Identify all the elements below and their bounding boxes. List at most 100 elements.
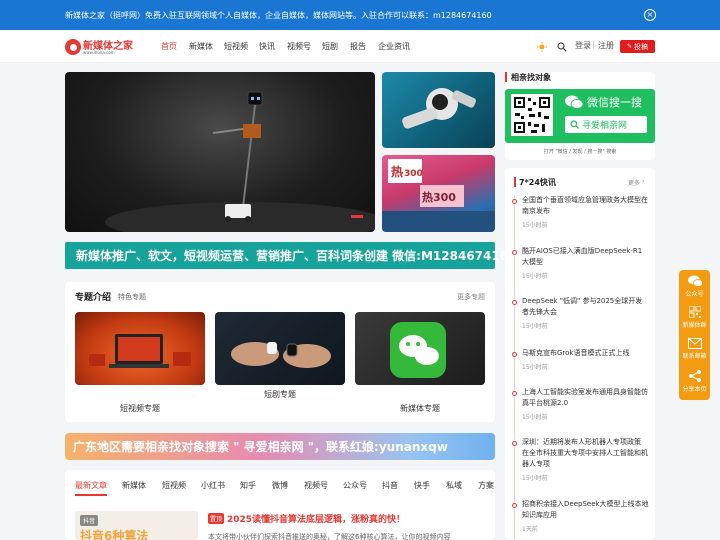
search-box[interactable]: 寻爱相亲网 (565, 116, 647, 133)
flash-item-title[interactable]: 全国首个垂直领域应急管理政务大模型在南京发布 (522, 195, 649, 217)
topic-caption-new-media[interactable]: 新媒体专题 (355, 403, 485, 414)
flash-item-time: 15小时前 (522, 414, 548, 421)
register-link[interactable]: 注册 (598, 40, 614, 54)
topics-subtitle: 特色专题 (118, 293, 146, 301)
flash-item[interactable]: 酷开AIOS已接入满血版DeepSeek-R1大模型 15小时前 (512, 246, 649, 280)
float-item-label: 分享本页 (682, 386, 707, 393)
flash-item[interactable]: 全国首个垂直领域应急管理政务大模型在南京发布 15小时前 (512, 195, 649, 229)
login-link[interactable]: 登录 (575, 40, 591, 54)
svg-text:300: 300 (404, 169, 423, 179)
float-item-label: 新媒体群 (682, 322, 707, 329)
float-item-official-account[interactable]: 公众号 (679, 275, 710, 298)
article-thumb-text: 抖音6种算法 (80, 529, 149, 540)
qrcode-icon (688, 306, 701, 318)
topic-image-short-drama[interactable] (215, 312, 345, 385)
close-icon[interactable]: × (644, 9, 656, 21)
topic-image-new-media[interactable] (355, 312, 485, 385)
floating-toolbar: 公众号 新媒体群 联系邮箱 分享本页 (679, 270, 710, 400)
section-marker (514, 177, 516, 187)
tab-weibo[interactable]: 微博 (272, 480, 288, 491)
qrcode-image (511, 94, 553, 136)
promo-banner[interactable]: 新媒体推广、软文，短视频运营、营销推广、百科词条创建 微信:M128467416… (65, 242, 516, 269)
flash-item[interactable]: 上海人工智能实验室发布通用具身智能仿真平台桃源2.0 15小时前 (512, 387, 649, 421)
tab-private-domain[interactable]: 私域 (446, 480, 462, 491)
hero-main-image[interactable] (65, 72, 375, 232)
topic-caption-short-video[interactable]: 短视频专题 (75, 403, 205, 414)
sun-icon[interactable] (537, 42, 547, 52)
flash-item-time: 15小时前 (522, 222, 548, 229)
tab-short-video[interactable]: 短视频 (162, 480, 186, 491)
tab-new-media[interactable]: 新媒体 (122, 480, 146, 491)
svg-text:热: 热 (391, 164, 403, 179)
timeline-dot (512, 441, 517, 446)
float-item-share[interactable]: 分享本页 (679, 370, 710, 393)
flash-item-title[interactable]: 上海人工智能实验室发布通用具身智能仿真平台桃源2.0 (522, 387, 649, 409)
topics-title: 专题介绍 (75, 293, 112, 303)
logo-icon (65, 39, 81, 55)
nav-item-company-news[interactable]: 企业资讯 (378, 41, 410, 52)
sidebar-ad-title: 相亲找对象 (511, 73, 551, 82)
flash-item[interactable]: 深圳：近期将发布人形机器人专项政策 在全市科技重大专项中安排人工智能和机器人专项… (512, 437, 649, 482)
tab-douyin[interactable]: 抖音 (382, 480, 398, 491)
tab-solutions[interactable]: 方案 (478, 480, 495, 491)
nav-item-short-drama[interactable]: 短剧 (322, 41, 338, 52)
timeline-dot (512, 503, 517, 508)
article-excerpt: 本文将带小伙伴们探索抖音推送的奥秘，了解这6种核心算法，让你的视频内容 (208, 533, 451, 540)
article-thumb[interactable]: 抖音 抖音6种算法 (75, 511, 198, 540)
flash-item-title[interactable]: 深圳：近期将发布人形机器人专项政策 在全市科技重大专项中安排人工智能和机器人专项 (522, 437, 649, 470)
post-button[interactable]: ✎ 投稿 (620, 40, 655, 53)
crowd-300-image: 热 300 热300 (382, 159, 495, 232)
site-logo[interactable]: 新媒体之家 www.ihuha.com (65, 37, 165, 59)
dating-banner[interactable]: 广东地区需要相亲找对象搜索 " 寻爱相亲网 "，联系红娘:yunanxqw (65, 433, 495, 460)
flash-item-title[interactable]: 招商积余接入DeepSeek大模型上线本地知识库应用 (522, 499, 649, 521)
float-item-email[interactable]: 联系邮箱 (679, 338, 710, 360)
topic-caption-short-drama[interactable]: 短剧专题 (215, 389, 345, 400)
flash-item-title[interactable]: 马斯克宣布Grok语音模式正式上线 (522, 348, 649, 359)
flash-item[interactable]: DeepSeek "低调" 参与2025全球开发者先锋大会 15小时前 (512, 296, 649, 330)
topics-more-link[interactable]: 更多专题 (457, 292, 485, 302)
float-item-group[interactable]: 新媒体群 (679, 306, 710, 329)
tab-xiaohongshu[interactable]: 小红书 (201, 480, 225, 491)
flash-item-time: 15小时前 (522, 364, 548, 371)
tab-kuaishou[interactable]: 快手 (414, 480, 430, 491)
nav-item-home[interactable]: 首页 (161, 41, 177, 52)
flash-item-title[interactable]: 酷开AIOS已接入满血版DeepSeek-R1大模型 (522, 246, 649, 268)
hero-side-image-2[interactable]: 热 300 热300 (382, 155, 495, 232)
nav-item-flash[interactable]: 快讯 (259, 41, 275, 52)
search-icon[interactable] (557, 42, 567, 52)
chevron-right-icon[interactable]: › (642, 178, 644, 185)
flash-item[interactable]: 马斯克宣布Grok语音模式正式上线 15小时前 (512, 348, 649, 371)
sidebar-ad-card: 相亲找对象 微信搜一搜 寻爱相亲网 打开 "微信 / 发现 / 搜一搜" 搜索 (505, 72, 655, 160)
logo-subtitle: www.ihuha.com (83, 50, 115, 55)
wechat-icon (565, 95, 583, 109)
wechat-logo-image (390, 322, 446, 378)
tab-official-account[interactable]: 公众号 (343, 480, 367, 491)
svg-text:热300: 热300 (422, 190, 456, 204)
flash-item-time: 15小时前 (522, 475, 548, 482)
flash-item[interactable]: 招商积余接入DeepSeek大模型上线本地知识库应用 1天前 (512, 499, 649, 533)
article-title[interactable]: 2025读懂抖音算法底层逻辑，涨粉真的快！ (227, 512, 405, 525)
topic-image-short-video[interactable] (75, 312, 205, 385)
top-notice-bar: 新媒体之家（挺呼网）免费入驻互联网领域个人自媒体，企业自媒体，媒体网站等。入驻合… (0, 0, 720, 30)
hands-dice-image (231, 342, 331, 368)
flash-more-link[interactable]: 更多 (628, 178, 640, 187)
tab-active-underline (75, 494, 107, 496)
search-icon (570, 120, 579, 129)
post-button-label: 投稿 (634, 42, 649, 51)
hero-side-image-1[interactable] (382, 72, 495, 148)
nav-item-new-media[interactable]: 新媒体 (189, 41, 213, 52)
flash-title: 7*24快讯 (519, 178, 556, 187)
share-icon (688, 370, 701, 382)
article-tag: 抖音 (80, 515, 99, 526)
wechat-hint: 打开 "微信 / 发现 / 搜一搜" 搜索 (543, 149, 617, 155)
wechat-search-ad[interactable]: 微信搜一搜 寻爱相亲网 (505, 89, 655, 143)
tab-latest[interactable]: 最新文章 (75, 480, 107, 491)
flash-item-title[interactable]: DeepSeek "低调" 参与2025全球开发者先锋大会 (522, 296, 649, 318)
nav-item-reports[interactable]: 报告 (350, 41, 366, 52)
nav-item-channels[interactable]: 视频号 (287, 41, 311, 52)
section-marker (505, 72, 507, 82)
flash-item-time: 15小时前 (522, 273, 548, 280)
tab-zhihu[interactable]: 知乎 (240, 480, 256, 491)
nav-item-short-video[interactable]: 短视频 (224, 41, 248, 52)
tab-channels[interactable]: 视频号 (304, 480, 328, 491)
